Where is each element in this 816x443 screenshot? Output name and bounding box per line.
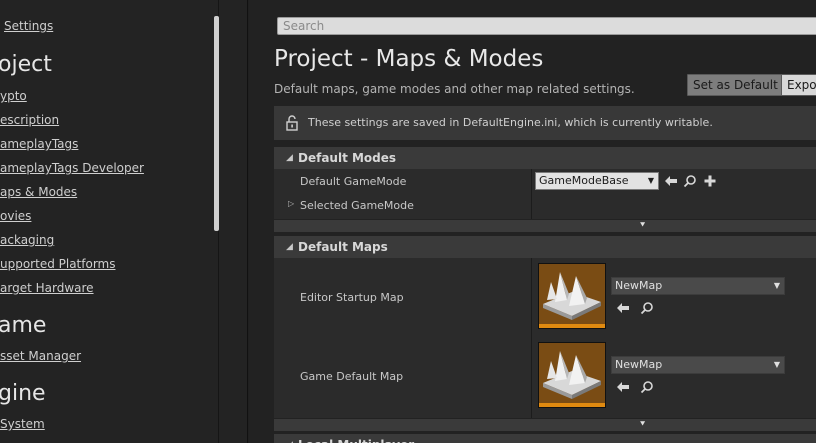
sidebar-heading-game: ame	[0, 313, 47, 338]
section-expander-default-maps[interactable]: ⯆	[274, 419, 816, 431]
use-selected-arrow-icon[interactable]	[616, 380, 630, 394]
section-header-local-multiplayer[interactable]: ◢ Local Multiplayer	[274, 434, 816, 443]
sidebar-item-movies[interactable]: ovies	[0, 209, 31, 223]
chevron-down-icon: ▼	[773, 281, 780, 290]
search-input[interactable]	[277, 17, 816, 35]
expand-arrow-icon[interactable]: ▷	[288, 199, 294, 208]
game-default-map-dropdown[interactable]: NewMap ▼	[611, 356, 785, 374]
browse-search-icon[interactable]	[640, 301, 654, 315]
default-gamemode-value: GameModeBase	[539, 174, 629, 187]
sidebar-heading-project: oject	[0, 52, 52, 77]
chevron-down-icon: ▼	[773, 360, 780, 369]
editor-startup-map-dropdown[interactable]: NewMap ▼	[611, 277, 785, 295]
config-notice: These settings are saved in DefaultEngin…	[274, 106, 816, 140]
page-description: Default maps, game modes and other map r…	[274, 82, 635, 96]
sidebar-item-packaging[interactable]: ackaging	[0, 233, 54, 247]
map-thumbnail[interactable]	[538, 263, 606, 329]
collapse-arrow-icon: ◢	[286, 434, 293, 443]
sidebar-item-description[interactable]: escription	[0, 113, 59, 127]
sidebar-edge	[247, 0, 248, 443]
section-header-default-maps[interactable]: ◢ Default Maps	[274, 236, 816, 258]
thumbnail-accent-bar	[539, 403, 605, 407]
browse-search-icon[interactable]	[640, 380, 654, 394]
default-gamemode-dropdown[interactable]: GameModeBase ▼	[535, 172, 659, 190]
section-body-default-modes: Default GameMode GameModeBase ▼ ▷ Select…	[274, 169, 816, 219]
level-icon	[543, 272, 601, 320]
sidebar-item-supported-platforms[interactable]: upported Platforms	[0, 257, 116, 271]
default-gamemode-label: Default GameMode	[300, 175, 407, 188]
export-button[interactable]: Expor	[781, 74, 816, 96]
collapse-arrow-icon: ◢	[286, 242, 293, 252]
sidebar-item-target-hardware[interactable]: arget Hardware	[0, 281, 94, 295]
advanced-expand-icon: ⯆	[639, 420, 647, 430]
sidebar-settings-link[interactable]: Settings	[4, 19, 53, 33]
section-header-default-modes[interactable]: ◢ Default Modes	[274, 147, 816, 169]
notice-text: These settings are saved in DefaultEngin…	[308, 116, 713, 129]
sidebar-heading-engine: gine	[0, 381, 46, 406]
page-title: Project - Maps & Modes	[274, 46, 544, 72]
sidebar-item-asset-manager[interactable]: sset Manager	[0, 349, 81, 363]
column-divider	[531, 169, 532, 219]
section-title: Default Modes	[298, 151, 397, 165]
sidebar-scrollbar[interactable]	[214, 16, 219, 231]
collapse-arrow-icon: ◢	[286, 153, 293, 163]
section-title: Local Multiplayer	[298, 434, 414, 443]
add-plus-icon[interactable]	[703, 174, 717, 188]
editor-startup-map-value: NewMap	[615, 279, 663, 292]
use-selected-arrow-icon[interactable]	[664, 174, 678, 188]
use-selected-arrow-icon[interactable]	[616, 301, 630, 315]
game-default-map-label: Game Default Map	[300, 370, 404, 383]
settings-sidebar: Settings oject ypto escription ameplayTa…	[0, 0, 248, 443]
selected-gamemode-label: Selected GameMode	[300, 199, 414, 212]
sidebar-item-maps-modes[interactable]: aps & Modes	[0, 185, 77, 199]
section-expander-default-modes[interactable]: ⯆	[274, 220, 816, 232]
sidebar-item-gameplaytags-developer[interactable]: ameplayTags Developer	[0, 161, 144, 175]
editor-startup-map-label: Editor Startup Map	[300, 291, 404, 304]
sidebar-item-crypto[interactable]: ypto	[0, 89, 27, 103]
browse-search-icon[interactable]	[683, 174, 697, 188]
unlocked-icon	[286, 115, 298, 131]
game-default-map-value: NewMap	[615, 358, 663, 371]
level-icon	[543, 351, 601, 399]
chevron-down-icon: ▼	[647, 176, 654, 185]
sidebar-item-system[interactable]: System	[0, 417, 45, 431]
settings-main-panel: Project - Maps & Modes Default maps, gam…	[249, 0, 816, 443]
thumbnail-accent-bar	[539, 324, 605, 328]
section-title: Default Maps	[298, 240, 388, 254]
map-thumbnail[interactable]	[538, 342, 606, 408]
sidebar-item-gameplaytags[interactable]: ameplayTags	[0, 137, 78, 151]
section-body-default-maps: Editor Startup Map NewMap ▼ Game Default…	[274, 258, 816, 418]
set-as-default-button[interactable]: Set as Default	[687, 74, 784, 96]
advanced-expand-icon: ⯆	[639, 221, 647, 231]
column-divider	[531, 258, 532, 418]
